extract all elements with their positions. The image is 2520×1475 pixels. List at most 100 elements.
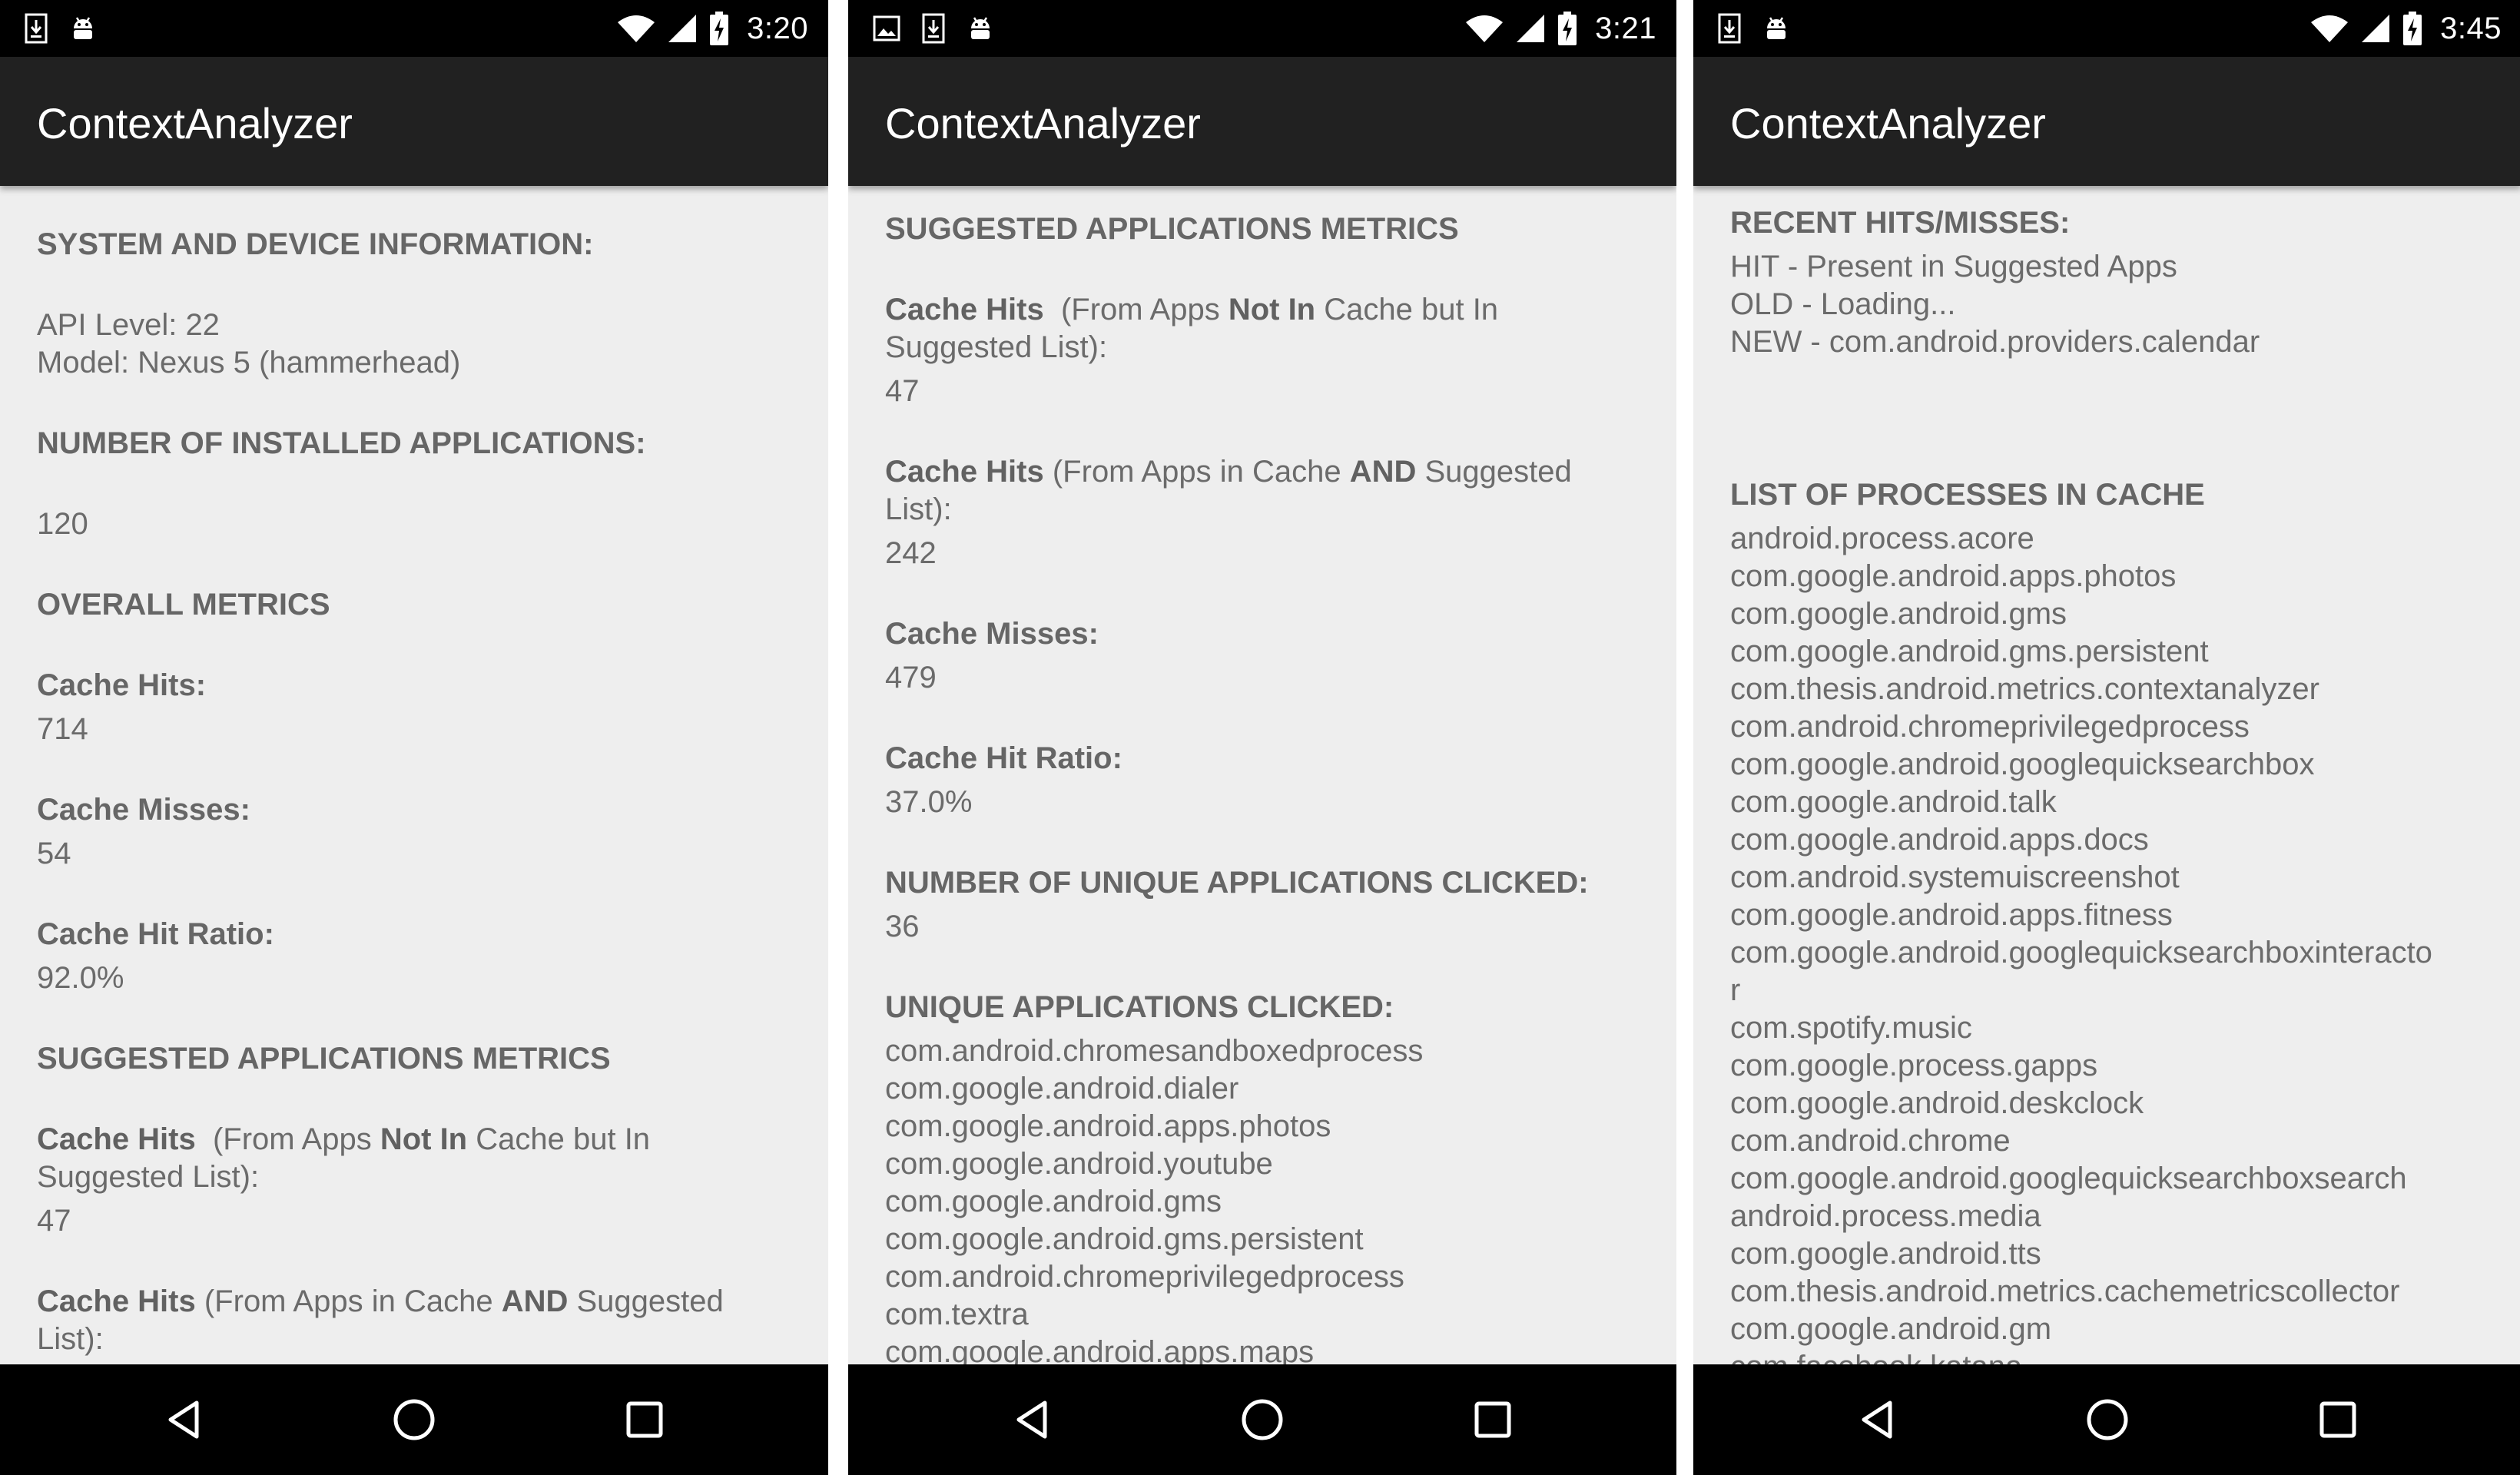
list-item: com.google.android.dialer xyxy=(885,1072,1239,1105)
home-button[interactable] xyxy=(2081,1394,2134,1446)
wifi-icon xyxy=(1466,15,1504,42)
list-item: com.google.android.googlequicksearchboxi… xyxy=(1730,936,2432,970)
and-bold: AND xyxy=(1349,455,1417,489)
list-item: com.google.android.apps.photos xyxy=(1730,559,2177,593)
cache-hits-in-cache-label: Cache Hits (From Apps in Cache AND Sugge… xyxy=(37,1283,797,1358)
home-button[interactable] xyxy=(388,1394,440,1446)
label-part: (From Apps xyxy=(195,1122,380,1156)
installed-apps-heading: NUMBER OF INSTALLED APPLICATIONS: xyxy=(37,426,646,460)
system-info-heading: SYSTEM AND DEVICE INFORMATION: xyxy=(37,227,594,261)
list-item: com.google.android.deskclock xyxy=(1730,1086,2144,1120)
list-item: android.process.media xyxy=(1730,1199,2041,1233)
list-item: com.google.android.googlequicksearchbox xyxy=(1730,747,2315,781)
list-item: com.google.android.gms xyxy=(1730,597,2067,631)
status-clock: 3:20 xyxy=(747,11,808,45)
cache-hits-bold-label: Cache Hits xyxy=(37,1284,196,1318)
list-item: com.thesis.android.metrics.cachemetricsc… xyxy=(1730,1274,2400,1308)
cache-misses-value: 479 xyxy=(885,661,937,694)
list-item: com.google.android.youtube xyxy=(885,1147,1273,1181)
process-info-list: RECENT HITS/MISSES: HIT - Present in Sug… xyxy=(1730,204,2491,1364)
unique-apps-count-value: 36 xyxy=(885,910,920,943)
status-bar: 3:45 xyxy=(1693,0,2520,57)
recents-button[interactable] xyxy=(618,1394,671,1446)
cache-hit-ratio-label: Cache Hit Ratio: xyxy=(37,917,274,951)
back-button[interactable] xyxy=(1006,1394,1059,1446)
wifi-icon xyxy=(618,15,655,42)
image-icon xyxy=(873,15,900,41)
android-debug-icon xyxy=(971,17,990,39)
recent-hits-heading: RECENT HITS/MISSES: xyxy=(1730,206,2071,240)
recents-icon xyxy=(626,1401,663,1438)
status-clock: 3:45 xyxy=(2440,11,2502,45)
cache-hits-not-in-cache-value: 47 xyxy=(885,374,920,408)
download-icon xyxy=(922,13,945,44)
home-icon xyxy=(2087,1399,2128,1440)
cache-hits-not-in-cache-label: Cache Hits (From Apps Not In Cache but I… xyxy=(37,1121,797,1196)
home-button[interactable] xyxy=(1236,1394,1288,1446)
list-item: com.android.chromesandboxedprocess xyxy=(885,1034,1424,1068)
suggested-metrics-heading: SUGGESTED APPLICATIONS METRICS xyxy=(37,1042,611,1076)
battery-charging-icon xyxy=(2403,12,2422,45)
metrics-list: SYSTEM AND DEVICE INFORMATION: API Level… xyxy=(37,226,797,1358)
navigation-bar xyxy=(848,1364,1676,1475)
not-in-bold: Not In xyxy=(1228,293,1316,326)
status-clock: 3:21 xyxy=(1595,11,1656,45)
cache-hits-bold-label: Cache Hits xyxy=(885,293,1044,326)
content-scroll-area[interactable]: RECENT HITS/MISSES: HIT - Present in Sug… xyxy=(1693,186,2520,1364)
list-item: com.android.chrome xyxy=(1730,1124,2011,1158)
cache-hits-not-in-cache-value: 47 xyxy=(37,1204,71,1238)
back-button[interactable] xyxy=(158,1394,211,1446)
metrics-list: SUGGESTED APPLICATIONS METRICS Cache Hit… xyxy=(885,210,1646,1364)
content-scroll-area[interactable]: SYSTEM AND DEVICE INFORMATION: API Level… xyxy=(0,186,828,1364)
list-item: com.thesis.android.metrics.contextanalyz… xyxy=(1730,672,2319,706)
battery-charging-icon xyxy=(1558,12,1577,45)
list-item: com.android.chromeprivilegedprocess xyxy=(1730,710,2250,744)
phone-screen-1: 3:20 ContextAnalyzer SYSTEM AND DEVICE I… xyxy=(0,0,828,1475)
list-item: com.spotify.music xyxy=(1730,1011,1972,1045)
label-part: (From Apps in Cache xyxy=(1043,455,1350,489)
cell-signal-icon xyxy=(668,15,697,42)
navigation-bar xyxy=(0,1364,828,1475)
cache-hit-ratio-value: 92.0% xyxy=(37,961,124,995)
recent-item: OLD - Loading... xyxy=(1730,287,1956,321)
process-list-heading: LIST OF PROCESSES IN CACHE xyxy=(1730,478,2205,512)
cache-hits-in-cache-label: Cache Hits (From Apps in Cache AND Sugge… xyxy=(885,453,1646,529)
back-icon xyxy=(1016,1400,1047,1439)
cache-hit-ratio-value: 37.0% xyxy=(885,785,973,819)
cache-hits-value: 714 xyxy=(37,712,88,746)
list-item: com.google.android.talk xyxy=(1730,785,2057,819)
cache-hits-in-cache-value: 242 xyxy=(885,536,937,570)
download-icon xyxy=(25,13,48,44)
phone-screen-3: 3:45 ContextAnalyzer RECENT HITS/MISSES:… xyxy=(1693,0,2520,1475)
back-button[interactable] xyxy=(1852,1394,1904,1446)
status-bar: 3:20 xyxy=(0,0,828,57)
list-item: com.google.android.apps.docs xyxy=(1730,823,2149,857)
back-icon xyxy=(168,1400,199,1439)
recents-button[interactable] xyxy=(2312,1394,2364,1446)
device-model-text: Model: Nexus 5 (hammerhead) xyxy=(37,346,461,380)
status-bar: 3:21 xyxy=(848,0,1676,57)
list-item: com.google.android.apps.maps xyxy=(885,1335,1315,1364)
battery-charging-icon xyxy=(710,12,729,45)
app-title: ContextAnalyzer xyxy=(1730,99,2046,148)
list-item: com.textra xyxy=(885,1298,1029,1331)
unique-apps-list-heading: UNIQUE APPLICATIONS CLICKED: xyxy=(885,990,1394,1024)
content-scroll-area[interactable]: SUGGESTED APPLICATIONS METRICS Cache Hit… xyxy=(848,186,1676,1364)
android-debug-icon xyxy=(74,17,92,39)
cache-hits-label: Cache Hits: xyxy=(37,668,207,702)
list-item: com.google.android.gms.persistent xyxy=(885,1222,1364,1256)
label-part: (From Apps xyxy=(1043,293,1228,326)
android-debug-icon xyxy=(1767,17,1786,39)
label-part: (From Apps in Cache xyxy=(195,1284,502,1318)
and-bold: AND xyxy=(501,1284,569,1318)
list-item: com.google.android.googlequicksearchboxs… xyxy=(1730,1162,2407,1195)
cell-signal-icon xyxy=(1517,15,1545,42)
phone-screen-2: 3:21 ContextAnalyzer SUGGESTED APPLICATI… xyxy=(848,0,1676,1475)
home-icon xyxy=(393,1399,435,1440)
recents-button[interactable] xyxy=(1467,1394,1519,1446)
recent-item: NEW - com.android.providers.calendar xyxy=(1730,325,2260,359)
cache-misses-label: Cache Misses: xyxy=(885,617,1099,651)
navigation-bar xyxy=(1693,1364,2520,1475)
list-item: com.android.chromeprivilegedprocess xyxy=(885,1260,1404,1294)
list-item: r xyxy=(1730,973,1741,1007)
